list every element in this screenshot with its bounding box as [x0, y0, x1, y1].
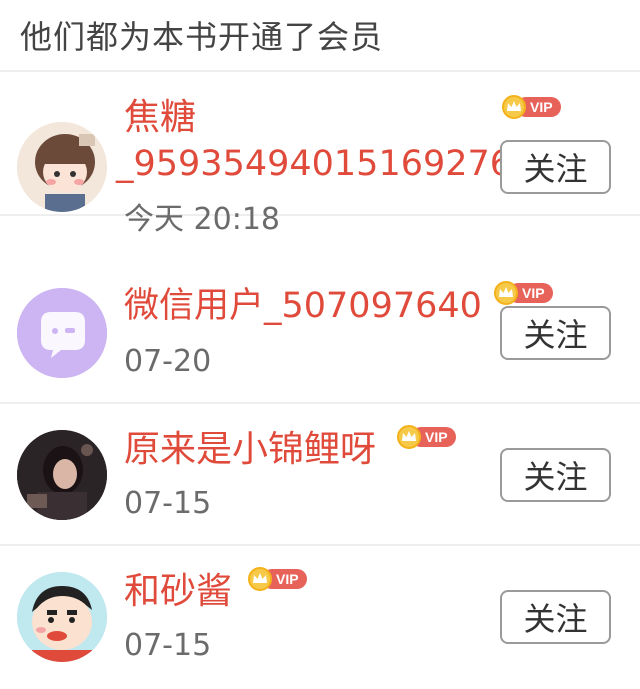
crayon-shinchan-avatar-icon[interactable] — [17, 572, 107, 662]
crown-icon — [248, 567, 272, 591]
vip-badge: VIP — [494, 281, 553, 305]
member-date: 07-15 — [124, 486, 212, 521]
follow-button[interactable]: 关注 — [500, 590, 611, 644]
wechat-default-avatar-icon[interactable] — [17, 288, 107, 378]
vip-badge: VIP — [397, 425, 456, 449]
page-title: 他们都为本书开通了会员 — [20, 18, 384, 56]
list-item[interactable]: 原来是小锦鲤呀 07-15 VIP 关注 — [0, 404, 640, 546]
list-item[interactable]: 焦糖 _959354940151692769 今天 20:18 VIP 关注 — [0, 74, 640, 237]
follow-button[interactable]: 关注 — [500, 306, 611, 360]
list-item[interactable]: 微信用户_507097640 07-20 VIP 关注 — [0, 262, 640, 404]
vip-badge: VIP — [248, 567, 307, 591]
follow-button[interactable]: 关注 — [500, 140, 611, 194]
header: 他们都为本书开通了会员 — [0, 0, 640, 72]
crown-icon — [494, 281, 518, 305]
member-date: 07-20 — [124, 344, 212, 379]
member-list-page: 他们都为本书开通了会员 焦糖 _959354940151692769 今天 20… — [0, 0, 640, 689]
member-date: 今天 20:18 — [124, 202, 280, 237]
member-name[interactable]: 微信用户_507097640 — [124, 284, 482, 328]
follow-button[interactable]: 关注 — [500, 448, 611, 502]
vip-badge: VIP — [502, 95, 561, 119]
cartoon-girl-avatar-icon[interactable] — [17, 122, 107, 212]
list-item[interactable]: 和砂酱 07-15 VIP 关注 — [0, 546, 640, 688]
crown-icon — [397, 425, 421, 449]
photo-avatar-icon[interactable] — [17, 430, 107, 520]
member-name[interactable]: 和砂酱 — [124, 570, 232, 614]
member-name-continued[interactable]: _959354940151692769 — [116, 142, 534, 186]
member-name[interactable]: 焦糖 — [124, 96, 196, 140]
member-date: 07-15 — [124, 628, 212, 663]
member-name[interactable]: 原来是小锦鲤呀 — [124, 428, 376, 472]
crown-icon — [502, 95, 526, 119]
